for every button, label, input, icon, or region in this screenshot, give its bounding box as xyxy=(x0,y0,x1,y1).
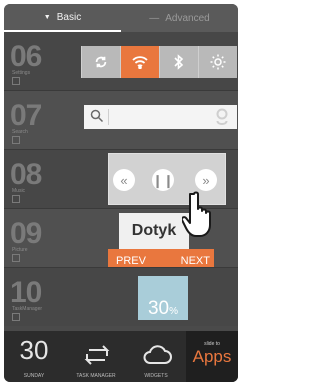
bluetooth-icon[interactable] xyxy=(159,46,198,78)
tab-advanced-label: Advanced xyxy=(165,12,210,24)
memory-tile[interactable]: 30% xyxy=(138,276,188,320)
picture-text: Dotyk xyxy=(131,222,177,239)
tab-bar: ▼ Basic — Advanced xyxy=(4,4,238,32)
row-number: 07 xyxy=(10,99,42,132)
row-marker-icon xyxy=(12,195,20,203)
widgets-label: WIDGETS xyxy=(144,373,168,379)
tab-basic-label: Basic xyxy=(56,11,82,23)
swap-arrows-icon xyxy=(84,345,110,365)
row-label: Search xyxy=(12,129,28,135)
row-number: 10 xyxy=(10,276,42,309)
tab-advanced[interactable]: — Advanced xyxy=(121,4,238,32)
date-weekday: SUNDAY xyxy=(23,373,45,379)
row-label: Picture xyxy=(12,247,28,253)
row-label: TaskManager xyxy=(12,306,43,312)
tab-basic[interactable]: ▼ Basic xyxy=(4,4,121,32)
search-icon xyxy=(90,109,104,123)
bottom-dock: 30 SUNDAY TASK MANAGER WIDGETS slide to … xyxy=(4,331,238,382)
task-manager-button[interactable]: TASK MANAGER xyxy=(66,331,126,382)
google-icon[interactable] xyxy=(215,108,229,126)
dash-icon: — xyxy=(149,12,160,24)
apps-label: Apps xyxy=(192,347,232,366)
row-marker-icon xyxy=(12,77,20,85)
row-number: 06 xyxy=(10,40,42,73)
date-day: 30 xyxy=(19,335,49,365)
phone-screen: ▼ Basic — Advanced 06 Settings 07 Search… xyxy=(4,4,238,382)
row-taskmanager: 10 TaskManager 30% xyxy=(4,268,238,326)
row-marker-icon xyxy=(12,254,20,262)
hand-pointer-icon xyxy=(182,191,211,237)
prev-button[interactable]: PREV xyxy=(116,255,146,267)
memory-percent: 30 xyxy=(147,298,170,319)
date-widget[interactable]: 30 SUNDAY xyxy=(4,331,64,382)
row-number: 09 xyxy=(10,217,42,250)
row-settings: 06 Settings xyxy=(4,32,238,90)
row-label: Settings xyxy=(12,70,31,76)
row-search: 07 Search xyxy=(4,91,238,149)
row-marker-icon xyxy=(12,136,20,144)
rewind-icon[interactable]: « xyxy=(113,169,135,191)
task-manager-label: TASK MANAGER xyxy=(76,373,116,379)
next-button[interactable]: NEXT xyxy=(181,255,210,267)
sync-icon[interactable] xyxy=(81,46,120,78)
chevron-down-icon: ▼ xyxy=(43,13,51,21)
row-label: Music xyxy=(12,188,26,194)
fast-forward-icon[interactable]: » xyxy=(195,169,217,191)
settings-toggles xyxy=(81,46,238,78)
pause-icon[interactable]: ❙❙ xyxy=(152,169,174,191)
cloud-icon xyxy=(143,345,172,364)
brightness-icon[interactable] xyxy=(198,46,237,78)
row-marker-icon xyxy=(12,313,20,321)
row-number: 08 xyxy=(10,158,42,191)
search-divider xyxy=(108,109,109,125)
wifi-icon[interactable] xyxy=(120,46,159,78)
apps-button[interactable]: slide to Apps xyxy=(186,331,238,382)
memory-percent-unit: % xyxy=(169,306,179,317)
widgets-button[interactable]: WIDGETS xyxy=(126,331,186,382)
search-input[interactable] xyxy=(84,105,237,129)
